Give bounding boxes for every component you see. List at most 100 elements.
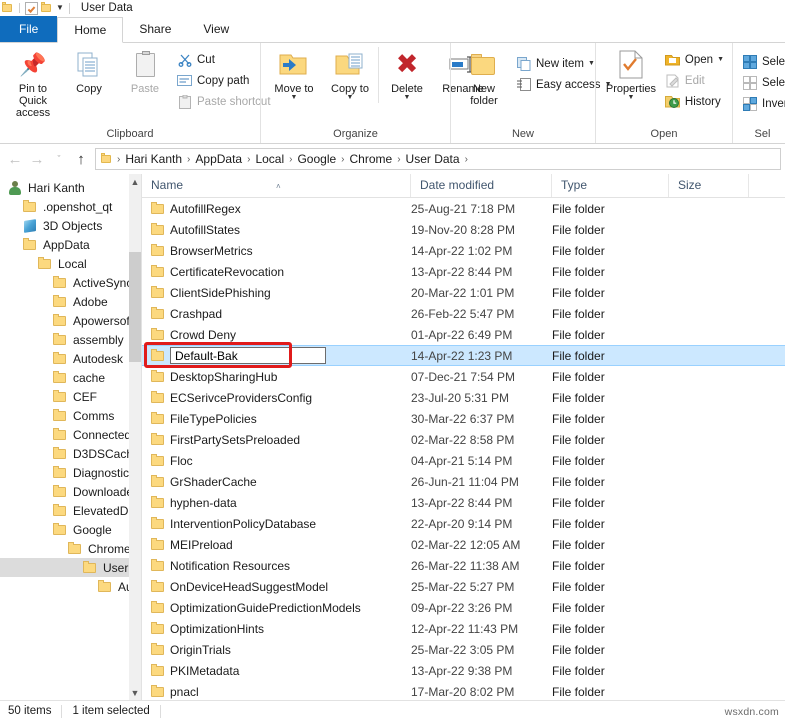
properties-icon (618, 49, 644, 81)
table-row[interactable]: AutofillRegex 25-Aug-21 7:18 PM File folde… (142, 198, 785, 219)
table-row[interactable]: InterventionPolicyDatabase 22-Apr-20 9:14… (142, 513, 785, 534)
edit-button[interactable]: Edit (661, 70, 727, 91)
tree-item-d3dscache[interactable]: D3DSCache (0, 444, 141, 463)
table-row[interactable]: AutofillStates 19-Nov-20 8:28 PM File fold… (142, 219, 785, 240)
tab-share[interactable]: Share (123, 16, 187, 42)
tree-item-autofillr[interactable]: AutofillR (0, 577, 141, 596)
paste-shortcut-button[interactable]: Paste shortcut (173, 91, 274, 112)
table-row[interactable]: GrShaderCache 26-Jun-21 11:04 PM File fold… (142, 471, 785, 492)
folder-icon[interactable] (41, 1, 53, 14)
column-header-type[interactable]: Type (552, 174, 669, 197)
scroll-up-arrow[interactable]: ▲ (129, 174, 141, 189)
column-header-size[interactable]: Size (669, 174, 749, 197)
chevron-down-icon[interactable]: ▼ (291, 94, 298, 101)
tree-item-appdata[interactable]: AppData (0, 235, 141, 254)
column-header-name[interactable]: Name ˄ (142, 174, 411, 197)
tree-item-google[interactable]: Google (0, 520, 141, 539)
select-all-button[interactable]: Select (738, 51, 785, 72)
chevron-down-icon[interactable]: ▼ (717, 56, 724, 63)
column-header-date-modified[interactable]: Date modified (411, 174, 552, 197)
copy-button[interactable]: Copy (61, 47, 117, 97)
navigation-pane-scrollbar[interactable]: ▲ ▼ (129, 174, 141, 700)
chevron-down-icon[interactable]: ▼ (588, 60, 595, 67)
breadcrumb-item-local[interactable]: Local (251, 152, 288, 166)
tree-item-downloaded[interactable]: Downloaded (0, 482, 141, 501)
move-to-button[interactable]: Move to ▼ (266, 47, 322, 103)
table-row[interactable]: ClientSidePhishing 20-Mar-22 1:01 PM File … (142, 282, 785, 303)
tree-item-comms[interactable]: Comms (0, 406, 141, 425)
back-button[interactable]: ← (4, 148, 26, 170)
checkbox-checked-icon[interactable] (25, 1, 38, 15)
table-row[interactable]: ECSerivceProvidersConfig 23-Jul-20 5:31 P… (142, 387, 785, 408)
select-none-button[interactable]: Select (738, 72, 785, 93)
folder-icon[interactable] (2, 1, 14, 14)
forward-button[interactable]: → (26, 148, 48, 170)
table-row[interactable]: OptimizationHints 12-Apr-22 11:43 PM File … (142, 618, 785, 639)
recent-locations-button[interactable]: ˇ (48, 148, 70, 170)
delete-button[interactable]: ✖ Delete ▼ (378, 47, 435, 103)
history-button[interactable]: History (661, 91, 727, 112)
table-row[interactable]: BrowserMetrics 14-Apr-22 1:02 PM File fold… (142, 240, 785, 261)
breadcrumb-item-hari-kanth[interactable]: Hari Kanth (121, 152, 186, 166)
new-folder-button[interactable]: New folder (456, 47, 512, 109)
tab-file[interactable]: File (0, 16, 58, 42)
table-row[interactable]: 14-Apr-22 1:23 PM File folder (142, 345, 785, 366)
copy-to-button[interactable]: Copy to ▼ (322, 47, 378, 103)
tree-item-hari-kanth[interactable]: Hari Kanth (0, 178, 141, 197)
tree-item-connectedde[interactable]: ConnectedDe (0, 425, 141, 444)
table-row[interactable]: CertificateRevocation 13-Apr-22 8:44 PM Fi… (142, 261, 785, 282)
table-row[interactable]: OnDeviceHeadSuggestModel 25-Mar-22 5:27 P… (142, 576, 785, 597)
table-row[interactable]: MEIPreload 02-Mar-22 12:05 AM File folder (142, 534, 785, 555)
open-button[interactable]: Open ▼ (661, 49, 727, 70)
breadcrumb[interactable]: › Hari Kanth › AppData › Local › Google … (95, 148, 781, 170)
tree-item-apowersoft[interactable]: Apowersoft (0, 311, 141, 330)
table-row[interactable]: FirstPartySetsPreloaded 02-Mar-22 8:58 PM… (142, 429, 785, 450)
table-row[interactable]: OptimizationGuidePredictionModels 09-Apr-… (142, 597, 785, 618)
table-row[interactable]: FileTypePolicies 30-Mar-22 6:37 PM File fo… (142, 408, 785, 429)
table-row[interactable]: OriginTrials 25-Mar-22 3:05 PM File folder (142, 639, 785, 660)
tree-item-assembly[interactable]: assembly (0, 330, 141, 349)
properties-button[interactable]: Properties ▼ (601, 47, 661, 103)
table-row[interactable]: PKIMetadata 13-Apr-22 9:38 PM File folder (142, 660, 785, 681)
tree-item-chrome[interactable]: Chrome (0, 539, 141, 558)
rename-input[interactable] (170, 347, 326, 364)
cell-date-modified: 09-Apr-22 3:26 PM (411, 600, 513, 615)
tree-item-cef[interactable]: CEF (0, 387, 141, 406)
table-row[interactable]: Floc 04-Apr-21 5:14 PM File folder (142, 450, 785, 471)
tree-item-local[interactable]: Local (0, 254, 141, 273)
copy-path-button[interactable]: Copy path (173, 70, 274, 91)
pin-to-quick-access-button[interactable]: 📌 Pin to Quick access (5, 47, 61, 121)
breadcrumb-item-google[interactable]: Google (293, 152, 340, 166)
chevron-down-icon[interactable]: ▼ (627, 94, 634, 101)
tree-item-activesync[interactable]: ActiveSync (0, 273, 141, 292)
table-row[interactable]: hyphen-data 13-Apr-22 8:44 PM File folder (142, 492, 785, 513)
tree-item-elevateddiagn[interactable]: ElevatedDiagn (0, 501, 141, 520)
table-row[interactable]: Notification Resources 26-Mar-22 11:38 AM… (142, 555, 785, 576)
paste-button[interactable]: Paste (117, 47, 173, 97)
tree-item-autodesk[interactable]: Autodesk (0, 349, 141, 368)
tree-item-diagnostics[interactable]: Diagnostics (0, 463, 141, 482)
tree-item-3d-objects[interactable]: 3D Objects (0, 216, 141, 235)
chevron-down-icon[interactable]: ▼ (56, 4, 64, 12)
table-row[interactable]: Crowd Deny 01-Apr-22 6:49 PM File folder (142, 324, 785, 345)
tree-item-openshot-qt[interactable]: .openshot_qt (0, 197, 141, 216)
table-row[interactable]: pnacl 17-Mar-20 8:02 PM File folder (142, 681, 785, 700)
cut-button[interactable]: Cut (173, 49, 274, 70)
tab-view[interactable]: View (187, 16, 245, 42)
tab-home[interactable]: Home (57, 17, 124, 43)
chevron-down-icon[interactable]: ▼ (404, 94, 411, 101)
tree-item-adobe[interactable]: Adobe (0, 292, 141, 311)
up-button[interactable]: ↑ (70, 148, 92, 170)
breadcrumb-item-user-data[interactable]: User Data (402, 152, 464, 166)
scrollbar-thumb[interactable] (129, 252, 141, 362)
tree-item-cache[interactable]: cache (0, 368, 141, 387)
tree-item-user-data[interactable]: User Data (0, 558, 141, 577)
breadcrumb-item-chrome[interactable]: Chrome (346, 152, 397, 166)
table-row[interactable]: Crashpad 26-Feb-22 5:47 PM File folder (142, 303, 785, 324)
scroll-down-arrow[interactable]: ▼ (129, 685, 141, 700)
invert-selection-button[interactable]: Invert (738, 93, 785, 114)
file-name-label: InterventionPolicyDatabase (170, 516, 317, 531)
table-row[interactable]: DesktopSharingHub 07-Dec-21 7:54 PM File f… (142, 366, 785, 387)
chevron-down-icon[interactable]: ▼ (347, 94, 354, 101)
breadcrumb-item-appdata[interactable]: AppData (191, 152, 246, 166)
